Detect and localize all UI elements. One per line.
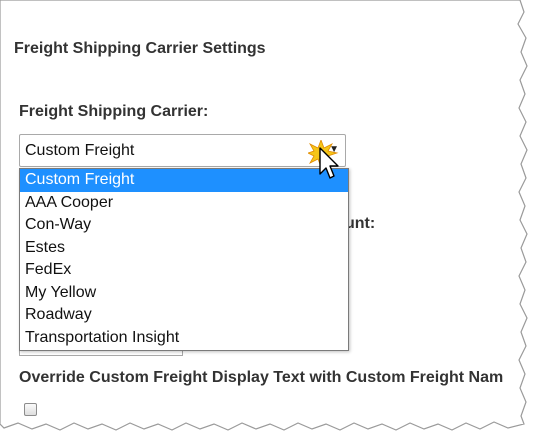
carrier-option-my-yellow[interactable]: My Yellow <box>20 282 348 305</box>
carrier-option-estes[interactable]: Estes <box>20 237 348 260</box>
carrier-field-label: Freight Shipping Carrier: <box>19 103 209 120</box>
carrier-select[interactable]: Custom Freight ▼ <box>19 134 346 167</box>
carrier-dropdown-list[interactable]: Custom Freight AAA Cooper Con-Way Estes … <box>19 168 349 351</box>
mouse-cursor-icon <box>308 140 339 179</box>
carrier-option-roadway[interactable]: Roadway <box>20 304 348 327</box>
settings-panel: Freight Shipping Carrier Settings Freigh… <box>0 0 538 442</box>
partially-hidden-label: unt: <box>345 215 376 232</box>
carrier-option-con-way[interactable]: Con-Way <box>20 214 348 237</box>
carrier-option-transportation-insight[interactable]: Transportation Insight <box>20 327 348 350</box>
screenshot-canvas: Freight Shipping Carrier Settings Freigh… <box>0 0 538 442</box>
carrier-option-aaa-cooper[interactable]: AAA Cooper <box>20 192 348 215</box>
override-display-text-label: Override Custom Freight Display Text wit… <box>19 369 504 386</box>
carrier-option-custom-freight[interactable]: Custom Freight <box>20 169 348 192</box>
carrier-select-value: Custom Freight <box>25 142 135 159</box>
partially-hidden-input[interactable] <box>19 351 183 356</box>
override-checkbox[interactable] <box>24 403 37 416</box>
section-title: Freight Shipping Carrier Settings <box>14 40 266 57</box>
carrier-option-fedex[interactable]: FedEx <box>20 259 348 282</box>
